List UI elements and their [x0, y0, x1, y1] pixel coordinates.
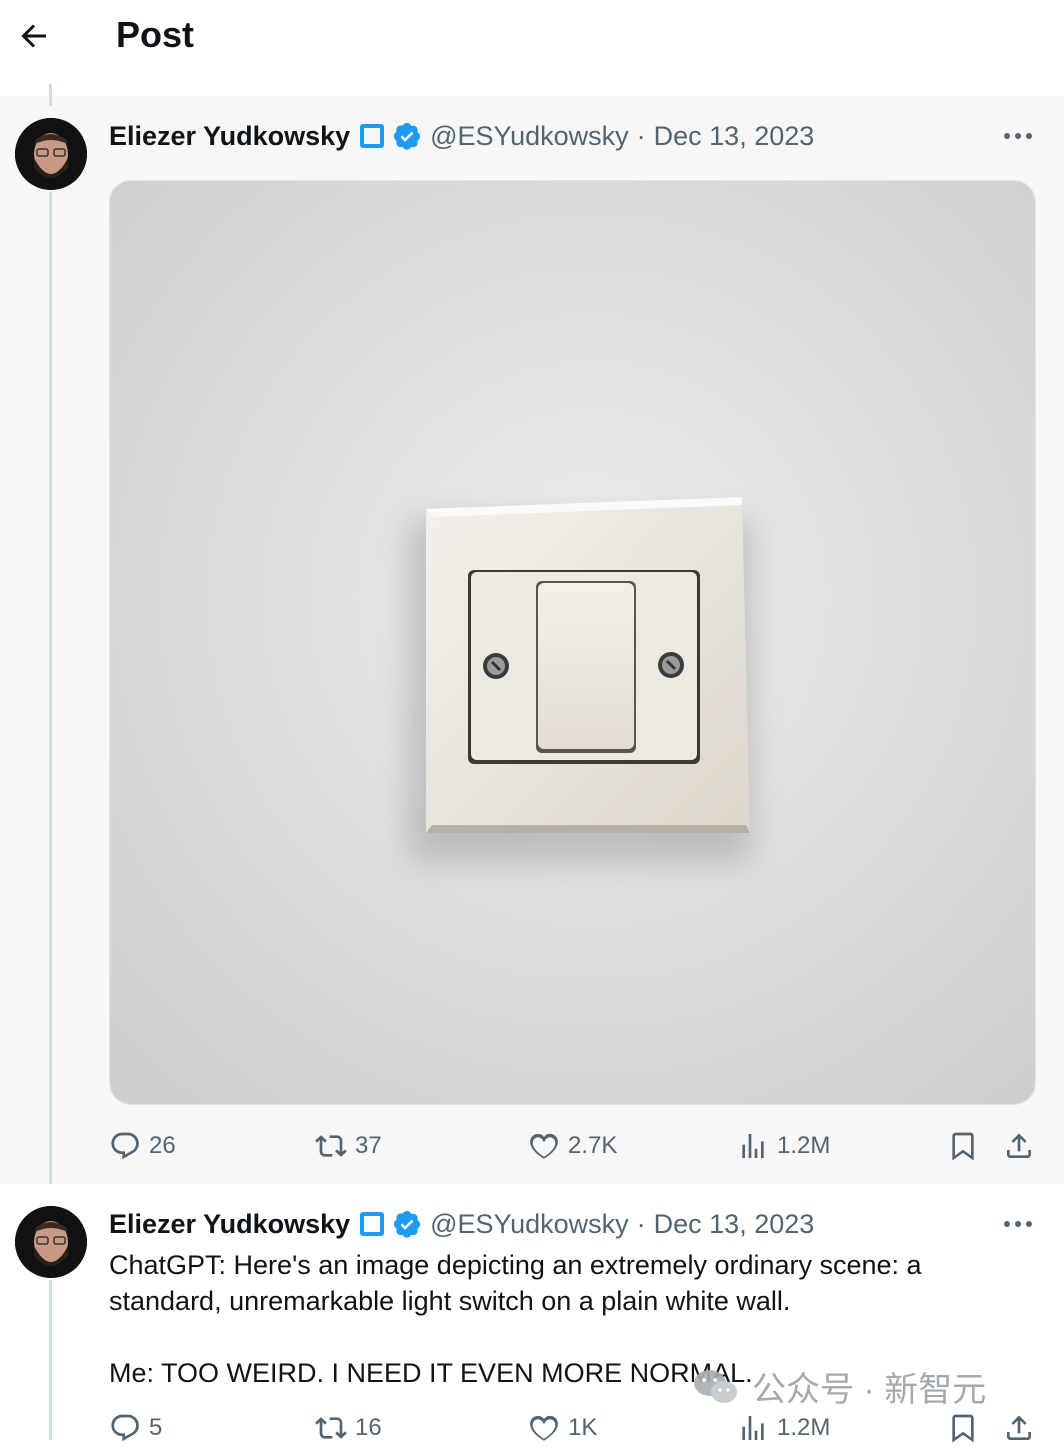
author-name[interactable]: Eliezer Yudkowsky [109, 121, 350, 152]
repost-button[interactable]: 16 [315, 1412, 382, 1444]
tweet-actions: 26 37 2.7K 1.2M [109, 1130, 1039, 1170]
tweet-date[interactable]: Dec 13, 2023 [654, 121, 815, 152]
views-button[interactable]: 1.2M [737, 1412, 830, 1444]
thread-line-top [49, 84, 52, 106]
like-button[interactable]: 1K [528, 1412, 597, 1444]
author-handle[interactable]: @ESYudkowsky [430, 121, 629, 152]
repost-icon [315, 1417, 347, 1439]
views-count: 1.2M [777, 1132, 831, 1159]
avatar[interactable] [15, 118, 87, 190]
more-icon[interactable] [1002, 1218, 1034, 1230]
reply-button[interactable]: 5 [109, 1412, 162, 1444]
tweet-text-line: ChatGPT: Here's an image depicting an ex… [109, 1250, 922, 1280]
repost-icon [315, 1135, 347, 1157]
top-bar: Post [0, 0, 1064, 96]
reply-icon [111, 1414, 139, 1442]
separator-dot: · [636, 120, 646, 151]
reply-button[interactable]: 26 [109, 1130, 176, 1162]
bookmark-icon[interactable] [947, 1130, 979, 1162]
views-button[interactable]: 1.2M [737, 1130, 830, 1162]
more-icon[interactable] [1002, 130, 1034, 142]
thread-line [49, 192, 52, 1184]
author-name[interactable]: Eliezer Yudkowsky [109, 1209, 350, 1240]
like-count: 1K [568, 1414, 598, 1441]
back-arrow-icon [21, 24, 46, 48]
tweet-date[interactable]: Dec 13, 2023 [654, 1209, 815, 1240]
tweet-actions: 5 16 1K 1.2M [109, 1412, 1039, 1452]
page-title: Post [116, 14, 195, 55]
share-icon[interactable] [1003, 1412, 1035, 1444]
tweet-text-line: standard, unremarkable light switch on a… [109, 1286, 791, 1316]
author-handle[interactable]: @ESYudkowsky [430, 1209, 629, 1240]
square-badge-icon [360, 1212, 385, 1236]
avatar-portrait [15, 118, 87, 190]
avatar[interactable] [15, 1206, 87, 1278]
repost-button[interactable]: 37 [315, 1130, 382, 1162]
repost-count: 16 [355, 1414, 382, 1441]
like-count: 2.7K [568, 1132, 618, 1159]
square-badge-icon [360, 124, 385, 148]
tweet-header: Eliezer Yudkowsky @ESYudkowsky · Dec 13,… [109, 1204, 814, 1244]
wechat-icon [694, 1369, 737, 1403]
bookmark-icon[interactable] [947, 1412, 979, 1444]
light-switch-image [110, 181, 1035, 1104]
tweet-text-spacer [109, 1319, 989, 1355]
tweet-image[interactable] [109, 180, 1036, 1105]
repost-count: 37 [355, 1132, 382, 1159]
main-tweet[interactable]: Eliezer Yudkowsky @ESYudkowsky · Dec 13,… [0, 84, 1064, 1184]
thread-line [49, 1280, 52, 1440]
reply-count: 26 [149, 1132, 176, 1159]
share-icon[interactable] [1003, 1130, 1035, 1162]
like-icon [530, 1133, 558, 1159]
reply-count: 5 [149, 1414, 163, 1441]
watermark-text: 公众号 · 新智元 [752, 1371, 987, 1409]
like-button[interactable]: 2.7K [528, 1130, 617, 1162]
back-button[interactable] [16, 18, 52, 54]
like-icon [530, 1415, 558, 1441]
verified-badge-icon [394, 1210, 421, 1238]
views-icon [742, 1134, 764, 1158]
views-icon [742, 1416, 764, 1440]
views-count: 1.2M [777, 1414, 831, 1441]
separator-dot: · [636, 1208, 646, 1239]
verified-badge-icon [394, 122, 421, 150]
reply-icon [111, 1132, 139, 1160]
avatar-portrait [15, 1206, 87, 1278]
watermark: 公众号 · 新智元 [692, 1362, 986, 1411]
tweet-header: Eliezer Yudkowsky @ESYudkowsky · Dec 13,… [109, 116, 814, 156]
